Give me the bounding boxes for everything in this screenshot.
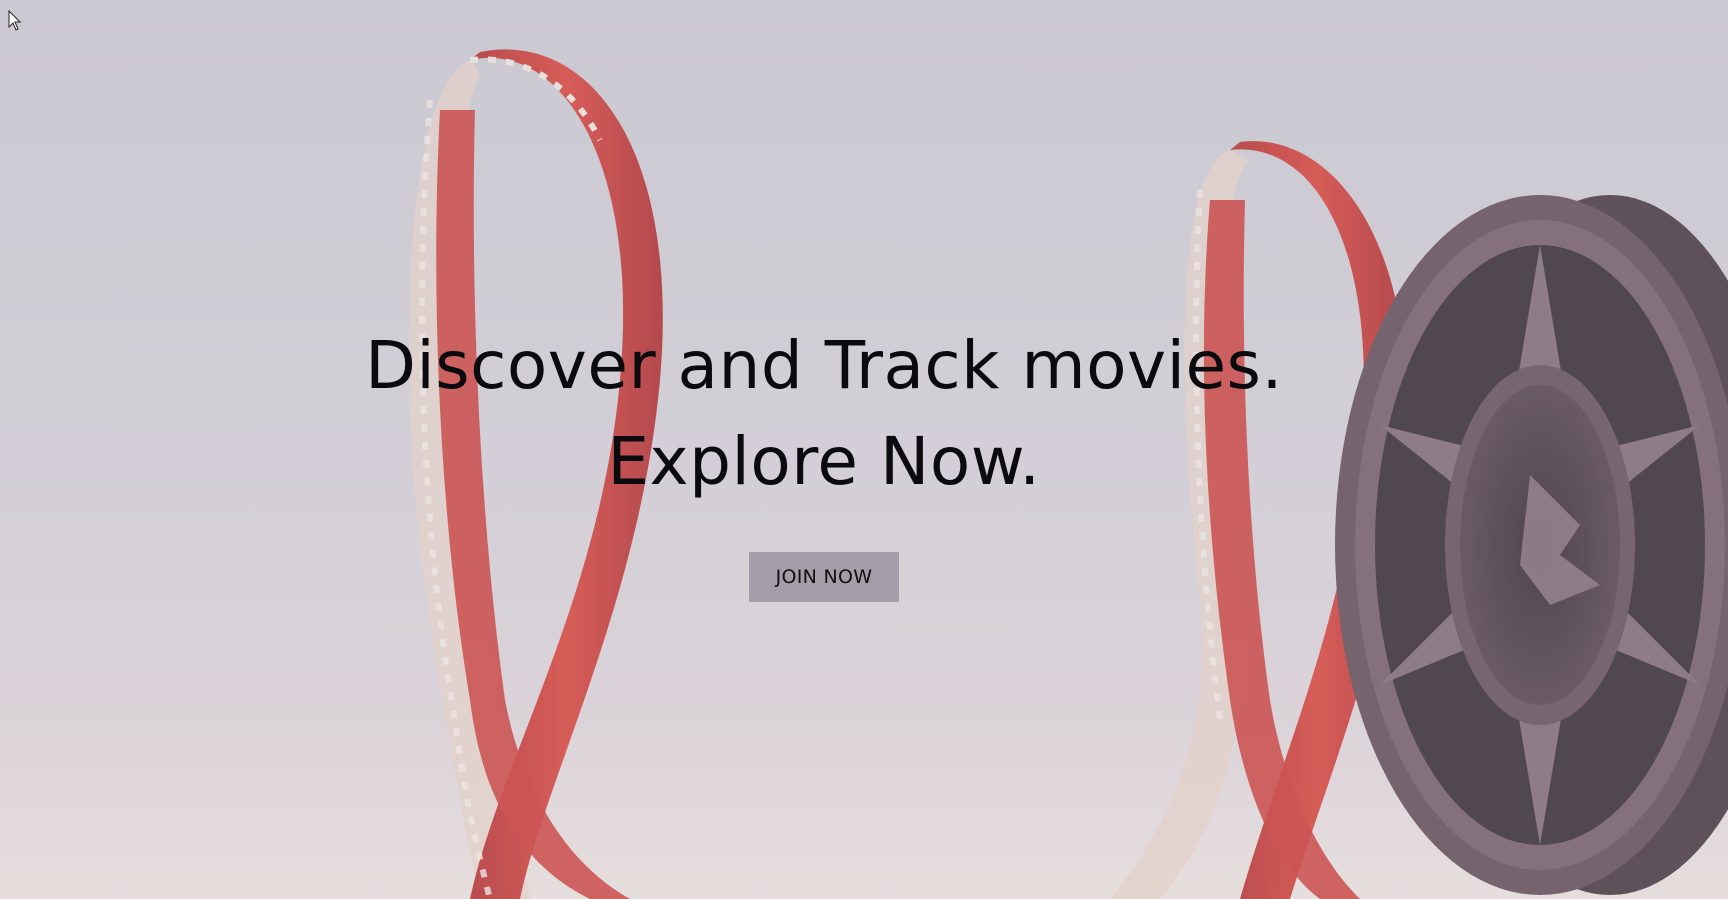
headline-line-2: Explore Now.	[607, 423, 1041, 500]
hero-section: Discover and Track movies. Explore Now. …	[0, 0, 1728, 899]
hero-headline: Discover and Track movies. Explore Now.	[0, 318, 1648, 510]
arrow-cursor-icon	[8, 10, 22, 31]
headline-line-1: Discover and Track movies.	[365, 327, 1283, 404]
join-now-button[interactable]: JOIN NOW	[749, 552, 899, 602]
